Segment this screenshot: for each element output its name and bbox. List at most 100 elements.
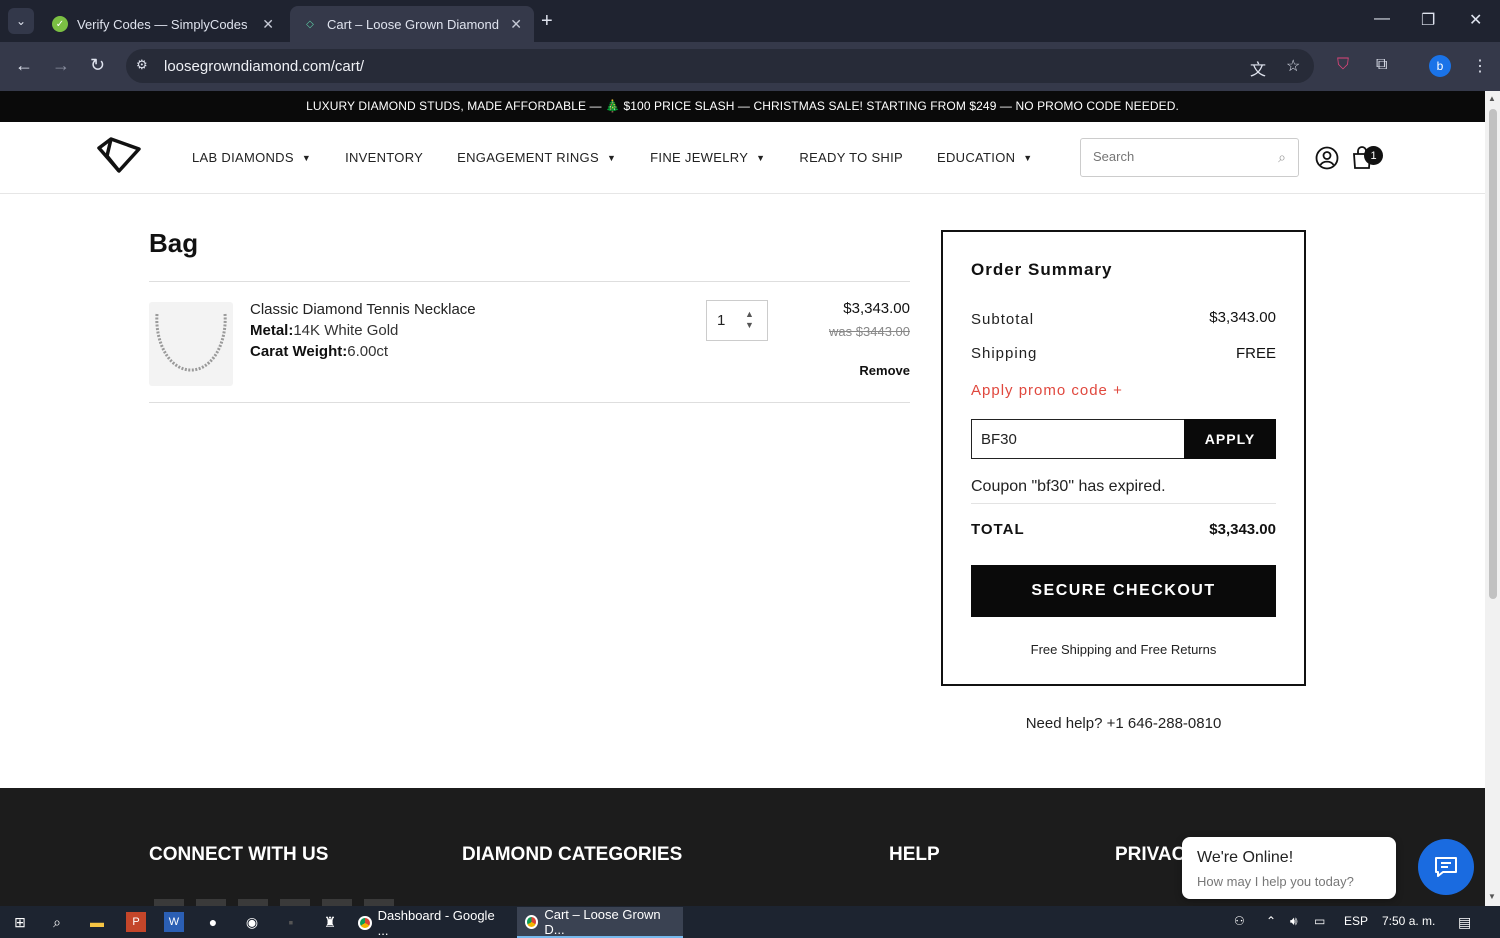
clock-time[interactable]: 7:50 a. m.: [1382, 914, 1435, 928]
restore-icon[interactable]: ❐: [1421, 10, 1435, 30]
url-text[interactable]: loosegrowndiamond.com/cart/: [164, 58, 364, 75]
chat-greeting-bubble[interactable]: We're Online! How may I help you today?: [1182, 837, 1396, 899]
notifications-icon[interactable]: ▤: [1458, 914, 1471, 931]
help-phone-text[interactable]: Need help? +1 646-288-0810: [941, 715, 1306, 732]
social-icon[interactable]: [154, 899, 184, 906]
product-carat: Carat Weight:6.00ct: [250, 343, 388, 360]
search-icon[interactable]: ⌕: [1278, 149, 1286, 166]
necklace-image-icon: [155, 313, 227, 372]
search-icon[interactable]: ⌕: [47, 912, 67, 932]
total-label: TOTAL: [971, 521, 1025, 538]
people-icon[interactable]: ⚇: [1234, 914, 1245, 928]
nav-label: INVENTORY: [345, 150, 424, 165]
tab-search-chevron-icon[interactable]: ⌄: [8, 8, 34, 34]
apply-promo-link[interactable]: Apply promo code +: [971, 382, 1123, 399]
new-tab-icon[interactable]: +: [541, 10, 553, 33]
chevron-down-icon: ▼: [606, 152, 617, 163]
site-header: LAB DIAMONDS ▼ INVENTORY ENGAGEMENT RINGS…: [0, 122, 1485, 194]
remove-item-link[interactable]: Remove: [859, 363, 910, 378]
nav-fine-jewelry[interactable]: FINE JEWELRY ▼: [650, 150, 765, 165]
nav-education[interactable]: EDUCATION ▼: [937, 150, 1033, 165]
address-bar[interactable]: ⚙ loosegrowndiamond.com/cart/ 文 ☆: [126, 49, 1314, 83]
apply-coupon-button[interactable]: APPLY: [1184, 419, 1276, 459]
page-scrollbar[interactable]: ▲ ▼: [1485, 91, 1500, 906]
free-shipping-note: Free Shipping and Free Returns: [1030, 642, 1217, 657]
browser-toolbar: ← → ↻ ⚙ loosegrowndiamond.com/cart/ 文 ☆ …: [0, 42, 1500, 91]
secure-checkout-button[interactable]: SECURE CHECKOUT: [971, 565, 1276, 617]
tab-close-icon[interactable]: ✕: [510, 16, 522, 33]
stepper-arrows-icon[interactable]: ▲ ▼: [745, 309, 754, 331]
search-input[interactable]: [1093, 149, 1253, 164]
tab-close-icon[interactable]: ✕: [262, 16, 274, 33]
social-icon[interactable]: [196, 899, 226, 906]
nav-inventory[interactable]: INVENTORY: [345, 150, 423, 165]
quantity-value[interactable]: 1: [717, 312, 725, 329]
diamond-favicon-icon: ◇: [306, 18, 314, 30]
word-icon[interactable]: W: [164, 912, 184, 932]
taskbar-app-dashboard[interactable]: Dashboard - Google ...: [350, 907, 512, 938]
translate-icon[interactable]: 文: [1250, 56, 1266, 80]
search-box[interactable]: ⌕: [1080, 138, 1299, 177]
nav-lab-diamonds[interactable]: LAB DIAMONDS ▼: [192, 150, 311, 165]
taskbar-app-cart[interactable]: Cart – Loose Grown D...: [517, 907, 683, 938]
app-icon[interactable]: ▪: [281, 912, 301, 932]
extension-shield-icon[interactable]: ⛉: [1337, 56, 1349, 74]
volume-icon[interactable]: 🔊︎: [1290, 914, 1298, 929]
chrome-icon[interactable]: ◉: [242, 912, 262, 932]
nav-label: EDUCATION: [937, 150, 1016, 165]
close-window-icon[interactable]: ✕: [1469, 10, 1482, 30]
shipping-value: FREE: [1235, 345, 1276, 362]
powerpoint-icon[interactable]: P: [126, 912, 146, 932]
social-icon[interactable]: [238, 899, 268, 906]
nav-label: ENGAGEMENT RINGS: [457, 150, 599, 165]
nav-ready-to-ship[interactable]: READY TO SHIP: [799, 150, 903, 165]
footer-heading-connect: CONNECT WITH US: [149, 844, 329, 865]
windows-taskbar: ⊞ ⌕ ▬ P W ● ◉ ▪ ♜ Dashboard - Google ...…: [0, 906, 1500, 938]
coupon-code-input[interactable]: [971, 419, 1185, 459]
site-info-icon[interactable]: ⚙: [136, 57, 148, 73]
minimize-icon[interactable]: —: [1374, 10, 1390, 28]
scroll-up-arrow-icon[interactable]: ▲: [1488, 94, 1496, 103]
app-circle-icon[interactable]: ●: [203, 912, 223, 932]
reload-icon[interactable]: ↻: [90, 55, 105, 76]
language-indicator[interactable]: ESP: [1344, 914, 1368, 928]
app-icon[interactable]: ♜: [320, 912, 340, 932]
site-logo[interactable]: [95, 136, 143, 179]
social-icon[interactable]: [280, 899, 310, 906]
windows-start-icon[interactable]: ⊞: [10, 912, 30, 932]
nav-label: READY TO SHIP: [799, 150, 903, 165]
profile-avatar[interactable]: b: [1429, 55, 1451, 77]
order-summary-title: Order Summary: [971, 260, 1113, 279]
taskbar-app-label: Dashboard - Google ...: [377, 907, 495, 938]
quantity-stepper[interactable]: 1 ▲ ▼: [706, 300, 768, 341]
nav-engagement-rings[interactable]: ENGAGEMENT RINGS ▼: [457, 150, 616, 165]
chat-launcher-button[interactable]: [1418, 839, 1474, 895]
social-icon[interactable]: [322, 899, 352, 906]
promo-banner[interactable]: LUXURY DIAMOND STUDS, MADE AFFORDABLE — …: [0, 91, 1485, 122]
carat-value: 6.00ct: [347, 343, 389, 360]
metal-value: 14K White Gold: [293, 322, 399, 339]
tray-chevron-up-icon[interactable]: ⌃: [1266, 914, 1276, 928]
diamond-logo-icon: [97, 137, 141, 173]
bookmark-star-icon[interactable]: ☆: [1286, 56, 1300, 76]
social-icon[interactable]: [364, 899, 394, 906]
simplycodes-favicon-icon: ✓: [52, 16, 68, 32]
product-thumbnail[interactable]: [149, 302, 233, 386]
account-icon[interactable]: [1315, 146, 1339, 175]
file-explorer-icon[interactable]: ▬: [87, 912, 107, 932]
scrollbar-thumb[interactable]: [1489, 109, 1497, 599]
network-icon[interactable]: ▭: [1314, 914, 1325, 928]
tab-simplycodes[interactable]: ✓ Verify Codes — SimplyCodes ✕: [40, 6, 286, 42]
back-icon[interactable]: ←: [15, 55, 33, 76]
tab-cart[interactable]: ◇ Cart – Loose Grown Diamond ✕: [290, 6, 534, 42]
order-summary: Order Summary Subtotal $3,343.00 Shippin…: [941, 230, 1306, 686]
divider: [149, 402, 910, 403]
browser-menu-icon[interactable]: ⋮: [1472, 56, 1488, 76]
scroll-down-arrow-icon[interactable]: ▼: [1488, 892, 1496, 901]
forward-icon[interactable]: →: [52, 55, 70, 76]
taskbar-app-label: Cart – Loose Grown D...: [544, 906, 661, 937]
carat-label: Carat Weight:: [250, 343, 348, 360]
chat-subtitle: How may I help you today?: [1197, 874, 1354, 889]
product-name[interactable]: Classic Diamond Tennis Necklace: [250, 301, 476, 318]
extensions-puzzle-icon[interactable]: ⧉: [1376, 56, 1387, 74]
